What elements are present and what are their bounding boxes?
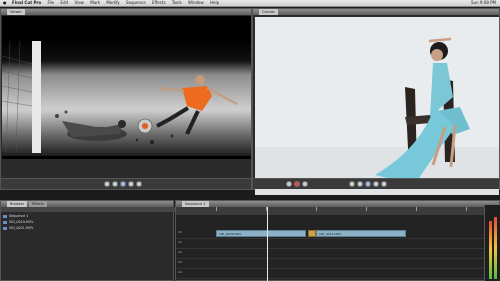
menu-bar: ● Final Cut Pro File Edit View Mark Modi… — [0, 0, 500, 7]
viewer-prev-edit-button[interactable] — [104, 181, 110, 187]
tab-canvas[interactable]: Canvas — [259, 9, 278, 15]
viewer-play-button[interactable] — [120, 181, 126, 187]
audio-meter-right — [494, 217, 497, 279]
track-label: A3 — [178, 260, 182, 264]
timeline-clip[interactable]: VID_0021.MOV — [316, 230, 406, 237]
canvas-prev-edit-button[interactable] — [349, 181, 355, 187]
tab-viewer[interactable]: Viewer — [7, 9, 25, 15]
ruler-tick — [416, 207, 417, 211]
audio-track[interactable]: A1 — [176, 239, 486, 249]
menu-clock: Sun 9:08 PM — [471, 0, 496, 5]
menu-file[interactable]: File — [47, 0, 54, 5]
list-item-label: VID_0021.MOV — [9, 226, 34, 230]
ruler-tick — [366, 207, 367, 211]
viewer-titlebar[interactable]: Viewer — [1, 9, 251, 15]
list-item-label: VID_0019.MOV — [9, 220, 34, 224]
menu-mark[interactable]: Mark — [90, 0, 100, 5]
audio-track[interactable]: A4 — [176, 269, 486, 279]
canvas-mark-out-button[interactable] — [302, 181, 308, 187]
canvas-video-frame[interactable] — [255, 17, 499, 195]
canvas-titlebar[interactable]: Canvas — [253, 9, 499, 15]
canvas-back-button[interactable] — [357, 181, 363, 187]
playhead[interactable] — [267, 207, 268, 281]
list-item[interactable]: VID_0021.MOV — [3, 226, 34, 231]
viewer-next-edit-button[interactable] — [136, 181, 142, 187]
viewer-video-frame[interactable] — [2, 16, 251, 159]
menu-items: Final Cut Pro File Edit View Mark Modify… — [12, 0, 224, 6]
track-label: A1 — [178, 240, 182, 244]
canvas-forward-button[interactable] — [373, 181, 379, 187]
clip-icon — [3, 226, 7, 230]
list-item[interactable]: VID_0019.MOV — [3, 220, 34, 225]
timeline-clip[interactable]: VID_0019.MOV — [216, 230, 306, 237]
final-cut-pro-app: ● Final Cut Pro File Edit View Mark Modi… — [0, 0, 500, 281]
apple-menu-icon[interactable]: ● — [3, 0, 7, 6]
viewer-forward-button[interactable] — [128, 181, 134, 187]
clip-label: VID_0021.MOV — [319, 232, 342, 236]
viewer-window: Viewer — [0, 8, 252, 190]
canvas-record-button[interactable] — [294, 181, 300, 187]
video-track[interactable]: V1 VID_0019.MOV VID_0021.MOV — [176, 229, 486, 239]
canvas-window: Canvas — [252, 8, 500, 195]
audio-track[interactable]: A2 — [176, 249, 486, 259]
ruler-tick — [466, 207, 467, 211]
timeline-window: Sequence 1 V1 VID_0019.MOV VID_0021.MOV … — [175, 200, 500, 281]
clip-label: VID_0019.MOV — [219, 232, 242, 236]
canvas-next-edit-button[interactable] — [381, 181, 387, 187]
browser-column-header — [1, 207, 175, 212]
menu-modify[interactable]: Modify — [106, 0, 119, 5]
viewer-transport-controls — [1, 178, 251, 189]
list-item[interactable]: Sequence 1 — [3, 214, 28, 219]
menu-edit[interactable]: Edit — [60, 0, 68, 5]
audio-meter — [484, 205, 500, 281]
track-label: V1 — [178, 230, 182, 234]
menu-help[interactable]: Help — [210, 0, 219, 5]
audio-track[interactable]: A3 — [176, 259, 486, 269]
browser-window: Browser Effects Sequence 1 VID_0019.MOV … — [0, 200, 175, 281]
clip-icon — [3, 220, 7, 224]
menu-app-name[interactable]: Final Cut Pro — [12, 0, 41, 5]
canvas-mark-in-button[interactable] — [286, 181, 292, 187]
menu-view[interactable]: View — [74, 0, 84, 5]
menu-sequence[interactable]: Sequence — [126, 0, 146, 5]
sequence-icon — [3, 214, 7, 218]
track-label: A2 — [178, 250, 182, 254]
list-item-label: Sequence 1 — [9, 214, 29, 218]
timeline-transition[interactable] — [308, 230, 316, 237]
soccer-player-image — [2, 16, 251, 159]
track-label: A4 — [178, 270, 182, 274]
model-in-chair-image — [255, 17, 499, 195]
menu-tools[interactable]: Tools — [172, 0, 182, 5]
menu-effects[interactable]: Effects — [152, 0, 166, 5]
timeline-ruler[interactable] — [176, 207, 486, 215]
ruler-tick — [316, 207, 317, 211]
canvas-play-button[interactable] — [365, 181, 371, 187]
ruler-tick — [216, 207, 217, 211]
viewer-back-button[interactable] — [112, 181, 118, 187]
canvas-transport-controls — [253, 178, 499, 189]
menu-window[interactable]: Window — [188, 0, 204, 5]
audio-meter-left — [489, 221, 492, 279]
